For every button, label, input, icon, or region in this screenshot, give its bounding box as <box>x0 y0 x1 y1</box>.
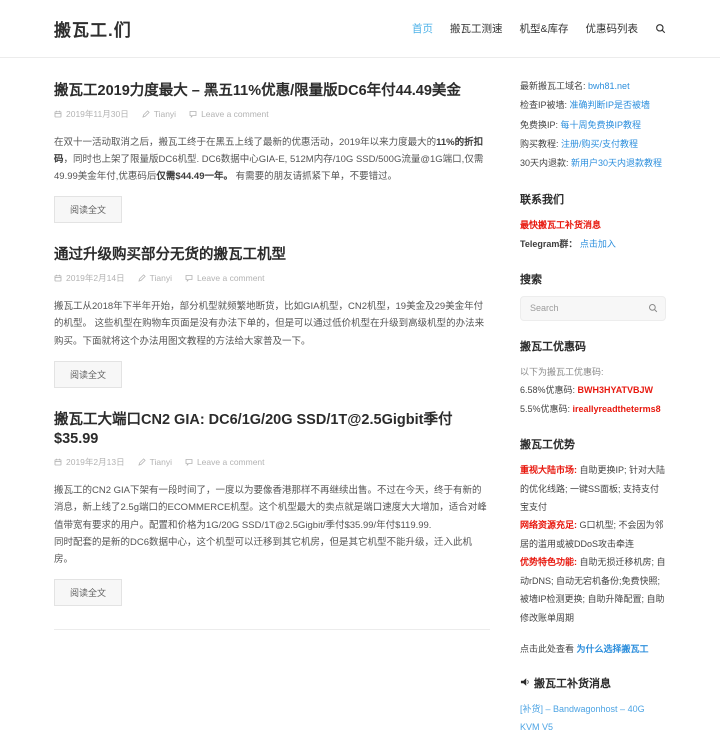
widget-advantages: 搬瓦工优势 重视大陆市场: 自助更换IP; 针对大陆的优化线路; 一键SS面板;… <box>520 436 666 658</box>
post-title[interactable]: 搬瓦工2019力度最大 – 黑五11%优惠/限量版DC6年付44.49美金 <box>54 82 490 102</box>
comment-icon <box>189 110 197 118</box>
coupons-heading: 搬瓦工优惠码 <box>520 340 586 353</box>
nav-item-speedtest[interactable]: 搬瓦工测速 <box>450 21 503 36</box>
post-meta: 2019年2月14日 Tianyi Leave a comment <box>54 272 490 284</box>
main-nav: 首页 搬瓦工测速 机型&库存 优惠码列表 <box>412 21 666 36</box>
post-title[interactable]: 搬瓦工大端口CN2 GIA: DC6/1G/20G SSD/1T@2.5Gigb… <box>54 411 490 450</box>
quick-link-row: 30天内退款: 新用户30天内退款教程 <box>520 158 663 169</box>
advantages-heading: 搬瓦工优势 <box>520 439 575 452</box>
quick-link-row: 检查IP被墙: 准确判断IP是否被墙 <box>520 100 651 111</box>
widget-contact: 联系我们 最快搬瓦工补货消息 Telegram群： 点击加入 <box>520 191 666 254</box>
coupon-code[interactable]: ireallyreadtheterms8 <box>573 404 661 414</box>
coupon-row: 5.5%优惠码: ireallyreadtheterms8 <box>520 404 661 415</box>
read-more-button[interactable]: 阅读全文 <box>54 196 123 224</box>
quick-link-row: 最新搬瓦工域名: bwh81.net <box>520 81 630 91</box>
post-card: 搬瓦工大端口CN2 GIA: DC6/1G/20G SSD/1T@2.5Gigb… <box>54 411 490 607</box>
post-date: 2019年2月14日 <box>54 272 125 284</box>
post-card: 搬瓦工2019力度最大 – 黑五11%优惠/限量版DC6年付44.49美金 20… <box>54 82 490 224</box>
post-date: 2019年11月30日 <box>54 108 129 120</box>
telegram-join-link[interactable]: 点击加入 <box>580 239 616 249</box>
post-list: 搬瓦工2019力度最大 – 黑五11%优惠/限量版DC6年付44.49美金 20… <box>54 77 490 753</box>
advantage-item: 重视大陆市场: 自助更换IP; 针对大陆的优化线路; 一键SS面板; 支持支付宝… <box>520 465 666 513</box>
search-input[interactable] <box>520 295 666 321</box>
pencil-icon <box>138 274 146 282</box>
restock-post-link[interactable]: [补货] – Bandwagonhost – 40G KVM V5 <box>520 704 645 732</box>
post-excerpt: 在双十一活动取消之后，搬瓦工终于在黑五上线了最新的优惠活动，2019年以来力度最… <box>54 136 484 183</box>
comment-icon <box>185 274 193 282</box>
widget-search: 搜索 <box>520 271 666 321</box>
comment-icon <box>185 458 193 466</box>
post-author[interactable]: Tianyi <box>138 457 172 467</box>
advantage-item: 优势特色功能: 自助无损迁移机房; 自动rDNS; 自动无宕机备份;免费快照; … <box>520 557 666 623</box>
search-submit-icon[interactable] <box>648 303 658 313</box>
widget-coupons: 搬瓦工优惠码 以下为搬瓦工优惠码: 6.58%优惠码: BWH3HYATVBJW… <box>520 338 666 420</box>
post-excerpt: 搬瓦工从2018年下半年开始，部分机型就频繁地断货，比如GIA机型，CN2机型，… <box>54 300 485 347</box>
coupon-row: 6.58%优惠码: BWH3HYATVBJW <box>520 385 654 396</box>
post-date: 2019年2月13日 <box>54 456 125 468</box>
quick-link-row: 免费换IP: 每十周免费换IP教程 <box>520 119 642 130</box>
read-more-button[interactable]: 阅读全文 <box>54 360 123 388</box>
megaphone-icon <box>520 677 530 690</box>
post-meta: 2019年11月30日 Tianyi Leave a comment <box>54 108 490 120</box>
advantage-item: 网络资源充足: G口机型; 不会因为邻居的滥用或被DDoS攻击牵连 <box>520 520 664 549</box>
nav-item-plans-stock[interactable]: 机型&库存 <box>519 21 568 36</box>
content-divider <box>54 629 490 631</box>
widget-quick-links: 最新搬瓦工域名: bwh81.net 检查IP被墙: 准确判断IP是否被墙 免费… <box>520 77 666 174</box>
restock-feed-item: [补货] – Bandwagonhost – 40G KVM V5 <box>520 700 666 736</box>
post-comments-link[interactable]: Leave a comment <box>185 457 265 467</box>
calendar-icon <box>54 110 62 118</box>
sidebar: 最新搬瓦工域名: bwh81.net 检查IP被墙: 准确判断IP是否被墙 免费… <box>520 77 666 753</box>
restock-heading: 搬瓦工补货消息 <box>520 675 666 691</box>
post-comments-link[interactable]: Leave a comment <box>189 109 269 119</box>
contact-heading: 联系我们 <box>520 193 564 206</box>
site-title[interactable]: 搬瓦工.们 <box>54 16 132 41</box>
free-ip-change-link[interactable]: 每十周免费换IP教程 <box>561 120 642 130</box>
refund-guide-link[interactable]: 新用户30天内退款教程 <box>571 158 662 168</box>
search-heading: 搜索 <box>520 273 542 286</box>
post-excerpt: 搬瓦工的CN2 GIA下架有一段时间了，一度以为要像香港那样不再继续出售。不过在… <box>54 484 487 566</box>
post-author[interactable]: Tianyi <box>142 109 176 119</box>
nav-item-home[interactable]: 首页 <box>412 21 433 36</box>
widget-restock-feed: 搬瓦工补货消息 [补货] – Bandwagonhost – 40G KVM V… <box>520 675 666 736</box>
nav-item-coupon-list[interactable]: 优惠码列表 <box>586 21 639 36</box>
post-card: 通过升级购买部分无货的搬瓦工机型 2019年2月14日 Tianyi Leave… <box>54 246 490 388</box>
calendar-icon <box>54 458 62 466</box>
site-header: 搬瓦工.们 首页 搬瓦工测速 机型&库存 优惠码列表 <box>0 0 720 58</box>
why-choose-link[interactable]: 为什么选择搬瓦工 <box>577 644 649 654</box>
post-title[interactable]: 通过升级购买部分无货的搬瓦工机型 <box>54 246 490 266</box>
post-comments-link[interactable]: Leave a comment <box>185 273 265 283</box>
latest-domain-link[interactable]: bwh81.net <box>588 81 630 91</box>
coupons-intro: 以下为搬瓦工优惠码: <box>520 366 604 377</box>
coupon-code[interactable]: BWH3HYATVBJW <box>578 385 654 395</box>
post-author[interactable]: Tianyi <box>138 273 172 283</box>
pencil-icon <box>138 458 146 466</box>
search-icon[interactable] <box>655 23 666 34</box>
pencil-icon <box>142 109 150 118</box>
purchase-guide-link[interactable]: 注册/购买/支付教程 <box>561 139 638 149</box>
calendar-icon <box>54 274 62 282</box>
why-choose-row: 点击此处查看 为什么选择搬瓦工 <box>520 644 649 655</box>
quick-link-row: 购买教程: 注册/购买/支付教程 <box>520 139 639 150</box>
ip-check-link[interactable]: 准确判断IP是否被墙 <box>570 100 651 110</box>
post-meta: 2019年2月13日 Tianyi Leave a comment <box>54 456 490 468</box>
telegram-row: Telegram群： 点击加入 <box>520 238 616 249</box>
read-more-button[interactable]: 阅读全文 <box>54 579 123 607</box>
restock-alert-text: 最快搬瓦工补货消息 <box>520 219 602 230</box>
